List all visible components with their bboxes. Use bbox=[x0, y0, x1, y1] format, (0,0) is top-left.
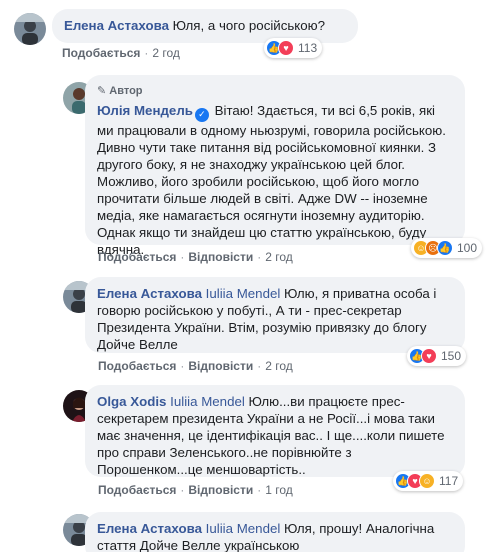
author-name[interactable]: Юлія Мендель bbox=[97, 103, 193, 118]
comment-actions: Подобається · Відповісти · 2 год bbox=[98, 250, 293, 264]
reaction-summary[interactable]: 👍 ♥ 150 bbox=[407, 346, 467, 366]
separator-dot: · bbox=[257, 483, 262, 497]
love-reaction-icon: ♥ bbox=[421, 348, 437, 364]
separator-dot: · bbox=[180, 483, 185, 497]
reply-link[interactable]: Відповісти bbox=[188, 483, 253, 497]
separator-dot: · bbox=[180, 250, 185, 264]
reply-link[interactable]: Відповісти bbox=[188, 359, 253, 373]
timestamp[interactable]: 2 год bbox=[265, 250, 293, 264]
author-name[interactable]: Olga Xodis bbox=[97, 394, 166, 409]
mention-link[interactable]: Iuliia Mendel bbox=[206, 286, 281, 301]
verified-badge-icon: ✓ bbox=[194, 107, 209, 122]
mention-link[interactable]: Iuliia Mendel bbox=[170, 394, 245, 409]
like-reaction-icon: 👍 bbox=[437, 240, 453, 256]
like-link[interactable]: Подобається bbox=[62, 46, 140, 60]
timestamp[interactable]: 2 год bbox=[152, 46, 180, 60]
like-link[interactable]: Подобається bbox=[98, 359, 176, 373]
comment-actions: Подобається · 2 год bbox=[62, 46, 180, 60]
comment-text: Вітаю! Здається, ти всі 6,5 років, які м… bbox=[97, 103, 446, 257]
like-link[interactable]: Подобається bbox=[98, 483, 176, 497]
reaction-count: 117 bbox=[439, 474, 459, 488]
mention-link[interactable]: Iuliia Mendel bbox=[206, 521, 281, 536]
comment-text: Юля, а чого російською? bbox=[172, 18, 326, 33]
reply-link[interactable]: Відповісти bbox=[188, 250, 253, 264]
separator-dot: · bbox=[144, 46, 149, 60]
author-badge-icon: ✎ bbox=[97, 85, 107, 97]
comment-bubble: Елена Астахова Iuliia Mendel Юлю, я прив… bbox=[85, 277, 465, 353]
reaction-count: 150 bbox=[441, 349, 462, 363]
reaction-count: 113 bbox=[298, 41, 318, 55]
timestamp[interactable]: 2 год bbox=[265, 359, 293, 373]
like-link[interactable]: Подобається bbox=[98, 250, 176, 264]
comment-4: Olga Xodis Iuliia Mendel Юлю...ви працює… bbox=[0, 382, 500, 502]
author-name[interactable]: Елена Астахова bbox=[97, 521, 202, 536]
comment-5: Елена Астахова Iuliia Mendel Юля, прошу!… bbox=[0, 508, 500, 552]
separator-dot: · bbox=[257, 359, 262, 373]
reaction-count: 100 bbox=[457, 241, 478, 255]
haha-reaction-icon: ☺ bbox=[419, 473, 435, 489]
comment-3: Елена Астахова Iuliia Mendel Юлю, я прив… bbox=[0, 275, 500, 375]
comment-bubble: ✎ Автор Юлія Мендель ✓ Вітаю! Здається, т… bbox=[85, 75, 465, 257]
author-badge-label: Автор bbox=[109, 85, 143, 97]
avatar[interactable] bbox=[14, 13, 46, 45]
timestamp[interactable]: 1 год bbox=[265, 483, 293, 497]
comment-2: ✎ Автор Юлія Мендель ✓ Вітаю! Здається, т… bbox=[0, 70, 500, 270]
comment-bubble: Olga Xodis Iuliia Mendel Юлю...ви працює… bbox=[85, 385, 465, 477]
reaction-summary[interactable]: 👍 ♥ 113 bbox=[264, 38, 323, 58]
separator-dot: · bbox=[180, 359, 185, 373]
author-name[interactable]: Елена Астахова bbox=[64, 18, 169, 33]
comment-actions: Подобається · Відповісти · 2 год bbox=[98, 359, 293, 373]
comment-1: Елена Астахова Юля, а чого російською? П… bbox=[0, 0, 500, 70]
comment-actions: Подобається · Відповісти · 1 год bbox=[98, 483, 293, 497]
love-reaction-icon: ♥ bbox=[278, 40, 294, 56]
reaction-summary[interactable]: 👍 ♥ ☺ 117 bbox=[393, 471, 464, 491]
author-badge: ✎ Автор bbox=[97, 83, 453, 100]
reaction-summary[interactable]: ☺ ☹ 👍 100 bbox=[411, 238, 483, 258]
separator-dot: · bbox=[257, 250, 262, 264]
author-name[interactable]: Елена Астахова bbox=[97, 286, 202, 301]
comment-bubble: Елена Астахова Iuliia Mendel Юля, прошу!… bbox=[85, 512, 465, 552]
